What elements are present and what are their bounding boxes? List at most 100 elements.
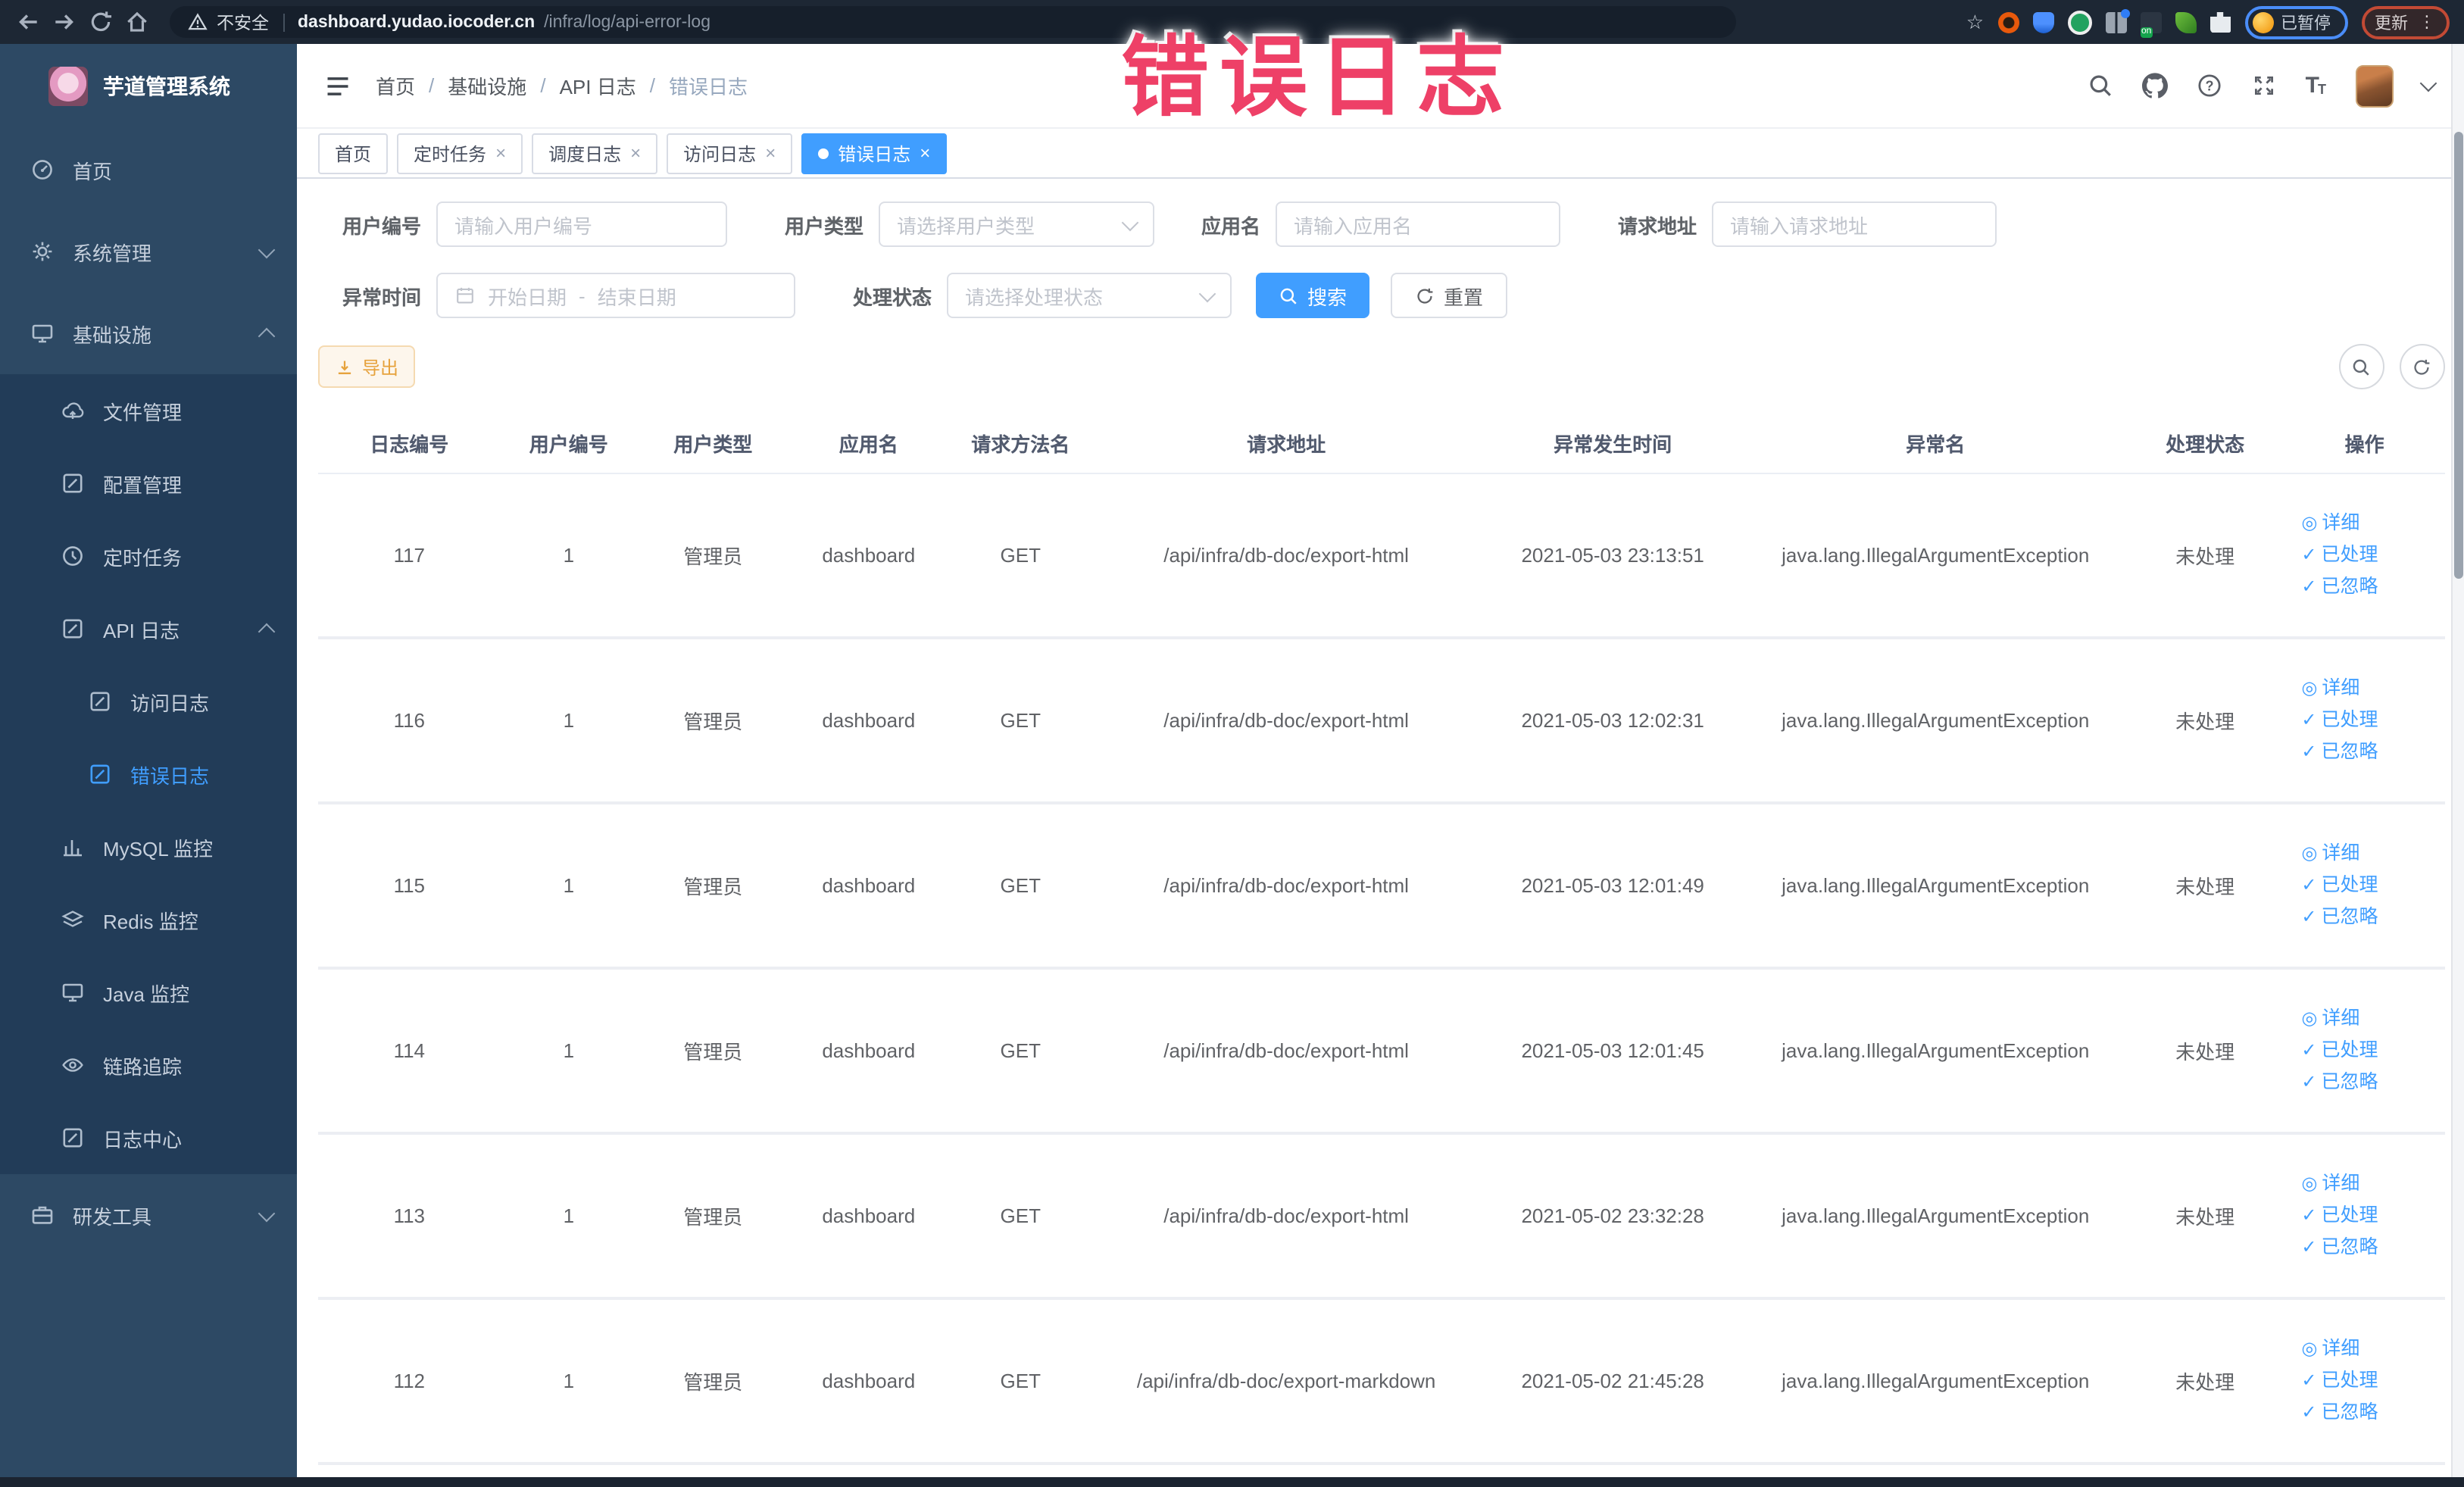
detail-link[interactable]: ◎ 详细 [2301,1007,2359,1030]
close-icon[interactable]: × [630,144,641,162]
extension-icon-1[interactable] [1997,11,2019,33]
sidebar-item-home[interactable]: 首页 [0,129,297,211]
app-name-input[interactable]: 请输入应用名 [1276,201,1560,247]
sidebar-item-error-log[interactable]: 错误日志 [0,738,297,811]
tab-scheduled-tasks[interactable]: 定时任务 × [397,133,523,173]
mark-ignored-link[interactable]: ✓ 已忽略 [2301,1071,2378,1094]
refresh-icon [2412,357,2431,376]
page-scrollbar[interactable] [2450,44,2464,1478]
extension-icon-6[interactable] [2175,11,2196,33]
browser-reload-icon[interactable] [88,9,114,35]
mark-ignored-link[interactable]: ✓ 已忽略 [2301,906,2378,929]
sidebar-item-scheduled-tasks[interactable]: 定时任务 [0,520,297,592]
sidebar-item-access-log[interactable]: 访问日志 [0,665,297,738]
browser-back-icon[interactable] [15,9,41,35]
exception-time-range-picker[interactable]: 开始日期 - 结束日期 [436,273,795,318]
log-icon [61,617,85,641]
request-url-input[interactable]: 请输入请求地址 [1712,201,1997,247]
close-icon[interactable]: × [765,144,776,162]
tab-error-log[interactable]: 错误日志 × [801,133,948,173]
col-status: 处理状态 [2125,412,2285,474]
app-brand[interactable]: 芋道管理系统 [0,44,297,129]
detail-link[interactable]: ◎ 详细 [2301,512,2359,535]
detail-link[interactable]: ◎ 详细 [2301,1338,2359,1360]
help-icon[interactable] [2197,73,2222,98]
mark-ignored-link[interactable]: ✓ 已忽略 [2301,1236,2378,1259]
sidebar-item-config-management[interactable]: 配置管理 [0,447,297,520]
sidebar-item-log-center[interactable]: 日志中心 [0,1101,297,1174]
profile-status-label: 已暂停 [2281,14,2331,33]
breadcrumb-api-log[interactable]: API 日志 [560,71,636,100]
sidebar-item-file-management[interactable]: 文件管理 [0,374,297,447]
refresh-table-button[interactable] [2399,344,2444,389]
log-icon [88,762,112,786]
not-secure-label: 不安全 [217,14,269,33]
mark-processed-link[interactable]: ✓ 已处理 [2301,1039,2378,1062]
table-row: 114 1 管理员 dashboard GET /api/infra/db-do… [318,968,2444,1135]
browser-forward-icon[interactable] [52,9,77,35]
mark-processed-link[interactable]: ✓ 已处理 [2301,1370,2378,1392]
mark-processed-link[interactable]: ✓ 已处理 [2301,709,2378,732]
tab-home[interactable]: 首页 [318,133,389,173]
profile-button[interactable]: 已暂停 [2244,5,2347,39]
export-button[interactable]: 导出 [318,345,416,388]
cloud-upload-icon [61,398,85,423]
breadcrumb-infrastructure[interactable]: 基础设施 [448,71,526,100]
detail-link[interactable]: ◎ 详细 [2301,677,2359,700]
extensions-puzzle-icon[interactable] [2209,11,2231,33]
user-id-input[interactable]: 请输入用户编号 [436,201,727,247]
extension-icon-5[interactable] [2140,11,2161,37]
sidebar-item-java-monitor[interactable]: Java 监控 [0,956,297,1029]
close-icon[interactable]: × [495,144,506,162]
search-icon[interactable] [2088,73,2113,98]
chrome-update-button[interactable]: 更新 ⋮ [2361,5,2449,39]
browser-home-icon[interactable] [124,9,150,35]
status-badge: 未处理 [2125,1298,2285,1465]
end-date-placeholder: 结束日期 [597,286,676,308]
sidebar-item-redis-monitor[interactable]: Redis 监控 [0,883,297,956]
app-title: 芋道管理系统 [103,74,230,98]
chevron-down-icon [1121,213,1139,231]
sidebar-item-infrastructure[interactable]: 基础设施 [0,292,297,374]
tab-dispatch-log[interactable]: 调度日志 × [532,133,658,173]
sidebar-toggle-icon[interactable] [324,72,351,99]
user-type-select[interactable]: 请选择用户类型 [879,201,1154,247]
extension-icon-4[interactable] [2105,8,2129,33]
breadcrumb-home[interactable]: 首页 [376,71,415,100]
scrollbar-thumb[interactable] [2453,132,2462,579]
font-size-icon[interactable]: TT [2306,74,2326,97]
sidebar-item-dev-tools[interactable]: 研发工具 [0,1174,297,1256]
detail-link[interactable]: ◎ 详细 [2301,842,2359,865]
col-user-type: 用户类型 [637,412,789,474]
mark-ignored-link[interactable]: ✓ 已忽略 [2301,1401,2378,1424]
table-row: 117 1 管理员 dashboard GET /api/infra/db-do… [318,473,2444,639]
extension-icon-2[interactable] [2032,11,2053,33]
toggle-search-button[interactable] [2338,344,2384,389]
close-icon[interactable]: × [920,144,930,162]
browser-menu-icon[interactable]: ⋮ [2419,12,2435,32]
reset-button[interactable]: 重置 [1391,273,1508,318]
chevron-down-icon [258,240,276,258]
user-avatar[interactable] [2355,64,2393,107]
page-content: 用户编号 请输入用户编号 用户类型 请选择用户类型 应用名 请输入应用名 请求地… [297,179,2464,1477]
user-menu-caret-icon[interactable] [2419,73,2437,92]
mark-ignored-link[interactable]: ✓ 已忽略 [2301,576,2378,598]
tab-bar: 首页 定时任务 × 调度日志 × 访问日志 × 错误日志 × [297,129,2464,179]
process-status-select[interactable]: 请选择处理状态 [947,273,1232,318]
detail-link[interactable]: ◎ 详细 [2301,1173,2359,1195]
fullscreen-icon[interactable] [2251,73,2277,98]
search-button[interactable]: 搜索 [1256,273,1370,318]
bookmark-star-icon[interactable]: ☆ [1966,12,1984,32]
sidebar-item-tracing[interactable]: 链路追踪 [0,1029,297,1101]
sidebar-item-api-log[interactable]: API 日志 [0,592,297,665]
mark-processed-link[interactable]: ✓ 已处理 [2301,1204,2378,1227]
github-icon[interactable] [2142,73,2168,98]
extension-icon-3[interactable] [2067,10,2091,34]
mark-processed-link[interactable]: ✓ 已处理 [2301,544,2378,567]
sidebar-item-mysql-monitor[interactable]: MySQL 监控 [0,811,297,883]
tab-access-log[interactable]: 访问日志 × [667,133,793,173]
table-settings [2338,344,2444,389]
sidebar-item-system-management[interactable]: 系统管理 [0,211,297,292]
mark-processed-link[interactable]: ✓ 已处理 [2301,874,2378,897]
mark-ignored-link[interactable]: ✓ 已忽略 [2301,741,2378,764]
